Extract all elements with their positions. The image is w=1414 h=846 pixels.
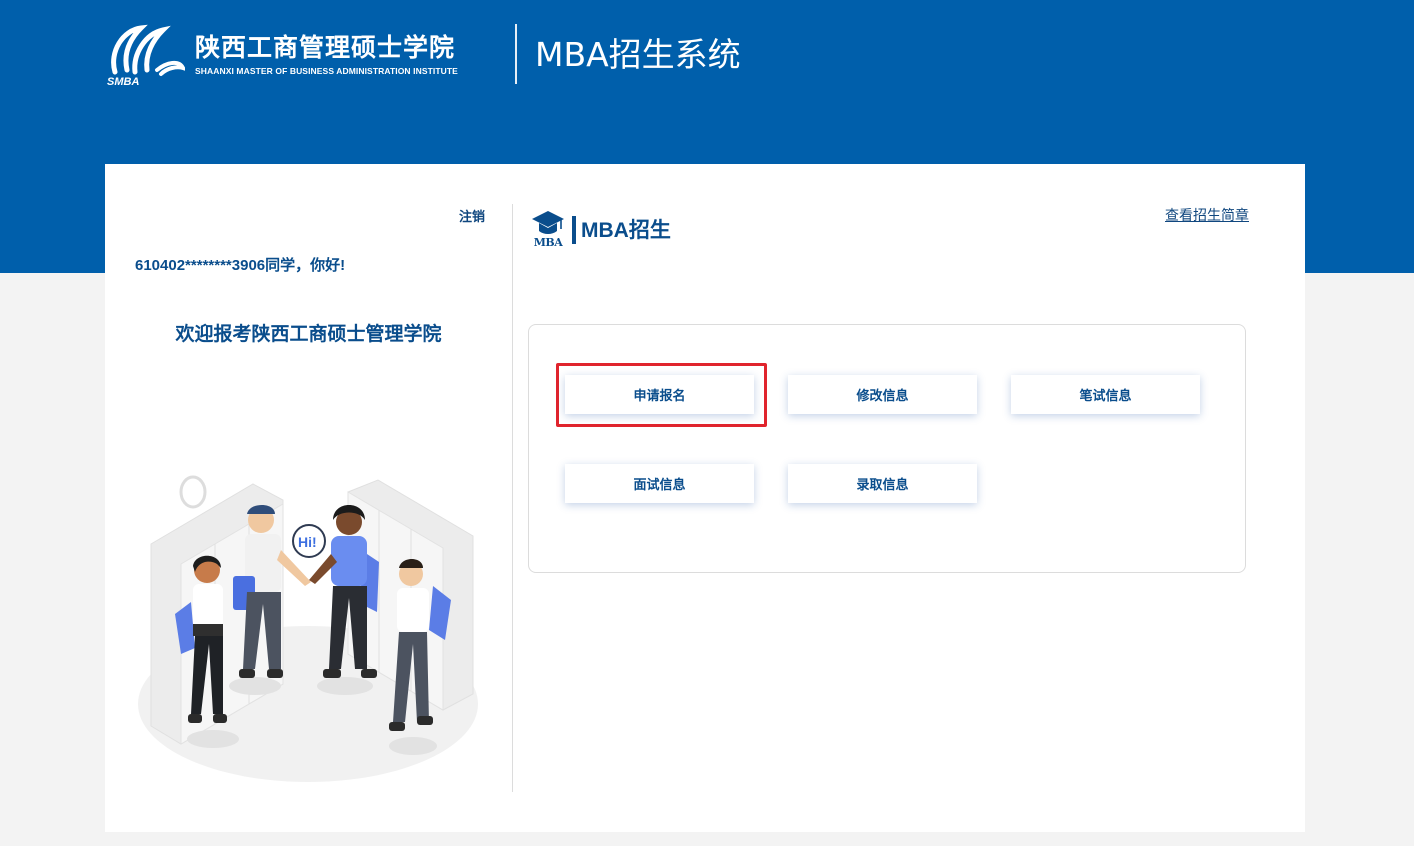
edit-info-button[interactable]: 修改信息 <box>788 375 977 414</box>
user-greeting: 610402********3906同学，你好! <box>135 257 346 274</box>
main-card: 注销 610402********3906同学，你好! 欢迎报考陕西工商硕士管理… <box>105 164 1305 832</box>
section-icon-label: MBA <box>533 236 563 249</box>
school-name-cn: 陕西工商管理硕士学院 <box>195 33 456 62</box>
action-panel: 申请报名 修改信息 笔试信息 面试信息 录取信息 <box>528 324 1246 573</box>
column-divider <box>512 204 513 792</box>
section-header: MBA MBA招生 <box>530 209 671 249</box>
written-exam-info-button[interactable]: 笔试信息 <box>1011 375 1200 414</box>
view-brochure-link[interactable]: 查看招生简章 <box>1165 205 1249 225</box>
apply-registration-button[interactable]: 申请报名 <box>565 375 754 414</box>
interview-info-button[interactable]: 面试信息 <box>565 464 754 503</box>
school-name-en: SHAANXI MASTER OF BUSINESS ADMINISTRATIO… <box>195 66 458 76</box>
graduation-cap-icon: MBA <box>530 209 566 249</box>
logout-link[interactable]: 注销 <box>459 206 485 225</box>
system-title: MBA招生系统 <box>535 35 741 74</box>
section-title: MBA招生 <box>581 219 671 242</box>
admission-info-button[interactable]: 录取信息 <box>788 464 977 503</box>
school-brand: SMBA 陕西工商管理硕士学院 SHAANXI MASTER OF BUSINE… <box>105 22 458 88</box>
students-illustration: Hi! <box>133 464 488 784</box>
section-title-bar <box>572 216 576 244</box>
school-name: 陕西工商管理硕士学院 SHAANXI MASTER OF BUSINESS AD… <box>195 33 458 77</box>
header-divider <box>515 24 517 84</box>
school-logo-icon: SMBA <box>105 22 187 88</box>
speech-bubble-text: Hi! <box>298 534 317 550</box>
logo-abbr: SMBA <box>107 76 139 88</box>
welcome-message: 欢迎报考陕西工商硕士管理学院 <box>175 324 442 345</box>
